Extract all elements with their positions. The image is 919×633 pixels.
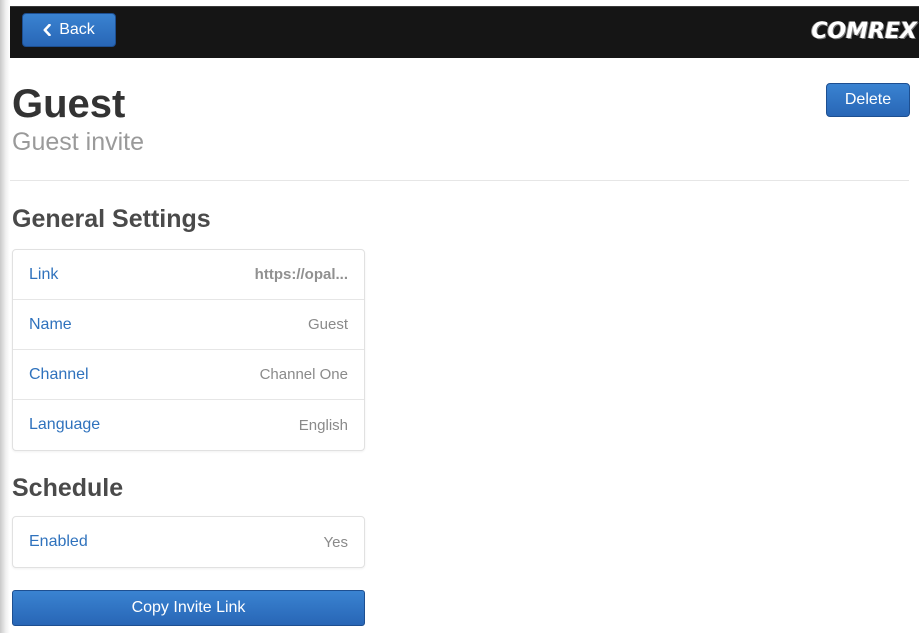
back-button[interactable]: Back bbox=[22, 13, 116, 47]
comrex-logo: COMREX bbox=[811, 19, 917, 44]
header-divider bbox=[10, 180, 909, 181]
page-subtitle: Guest invite bbox=[12, 128, 145, 156]
row-value: Channel One bbox=[259, 366, 348, 383]
copy-invite-link-button[interactable]: Copy Invite Link bbox=[12, 590, 365, 626]
row-label: Enabled bbox=[29, 533, 88, 550]
general-settings-panel: Link https://opal... Name Guest Channel … bbox=[12, 249, 365, 451]
row-value: Guest bbox=[307, 316, 348, 333]
settings-row-channel[interactable]: Channel Channel One bbox=[13, 350, 364, 400]
delete-button[interactable]: Delete bbox=[826, 83, 910, 117]
settings-row-link[interactable]: Link https://opal... bbox=[13, 250, 364, 300]
page-title: Guest bbox=[12, 82, 126, 126]
row-value: English bbox=[298, 416, 348, 434]
general-settings-heading: General Settings bbox=[12, 205, 211, 233]
row-label: Name bbox=[29, 315, 72, 333]
row-value: https://opal... bbox=[254, 266, 348, 283]
row-label: Channel bbox=[29, 365, 89, 383]
page: Back COMREX Guest Guest invite Delete Ge… bbox=[0, 0, 919, 633]
settings-row-language[interactable]: Language English bbox=[13, 400, 364, 450]
row-label: Link bbox=[29, 265, 59, 283]
schedule-panel: Enabled Yes bbox=[12, 516, 365, 568]
settings-row-name[interactable]: Name Guest bbox=[13, 300, 364, 350]
row-label: Language bbox=[29, 416, 101, 433]
chevron-left-icon bbox=[43, 24, 52, 36]
schedule-row-enabled[interactable]: Enabled Yes bbox=[13, 517, 364, 567]
row-value: Yes bbox=[323, 533, 348, 551]
back-button-label: Back bbox=[59, 21, 95, 38]
top-nav-bar: Back COMREX bbox=[10, 6, 919, 58]
schedule-heading: Schedule bbox=[12, 474, 124, 502]
window-edge bbox=[0, 0, 10, 633]
